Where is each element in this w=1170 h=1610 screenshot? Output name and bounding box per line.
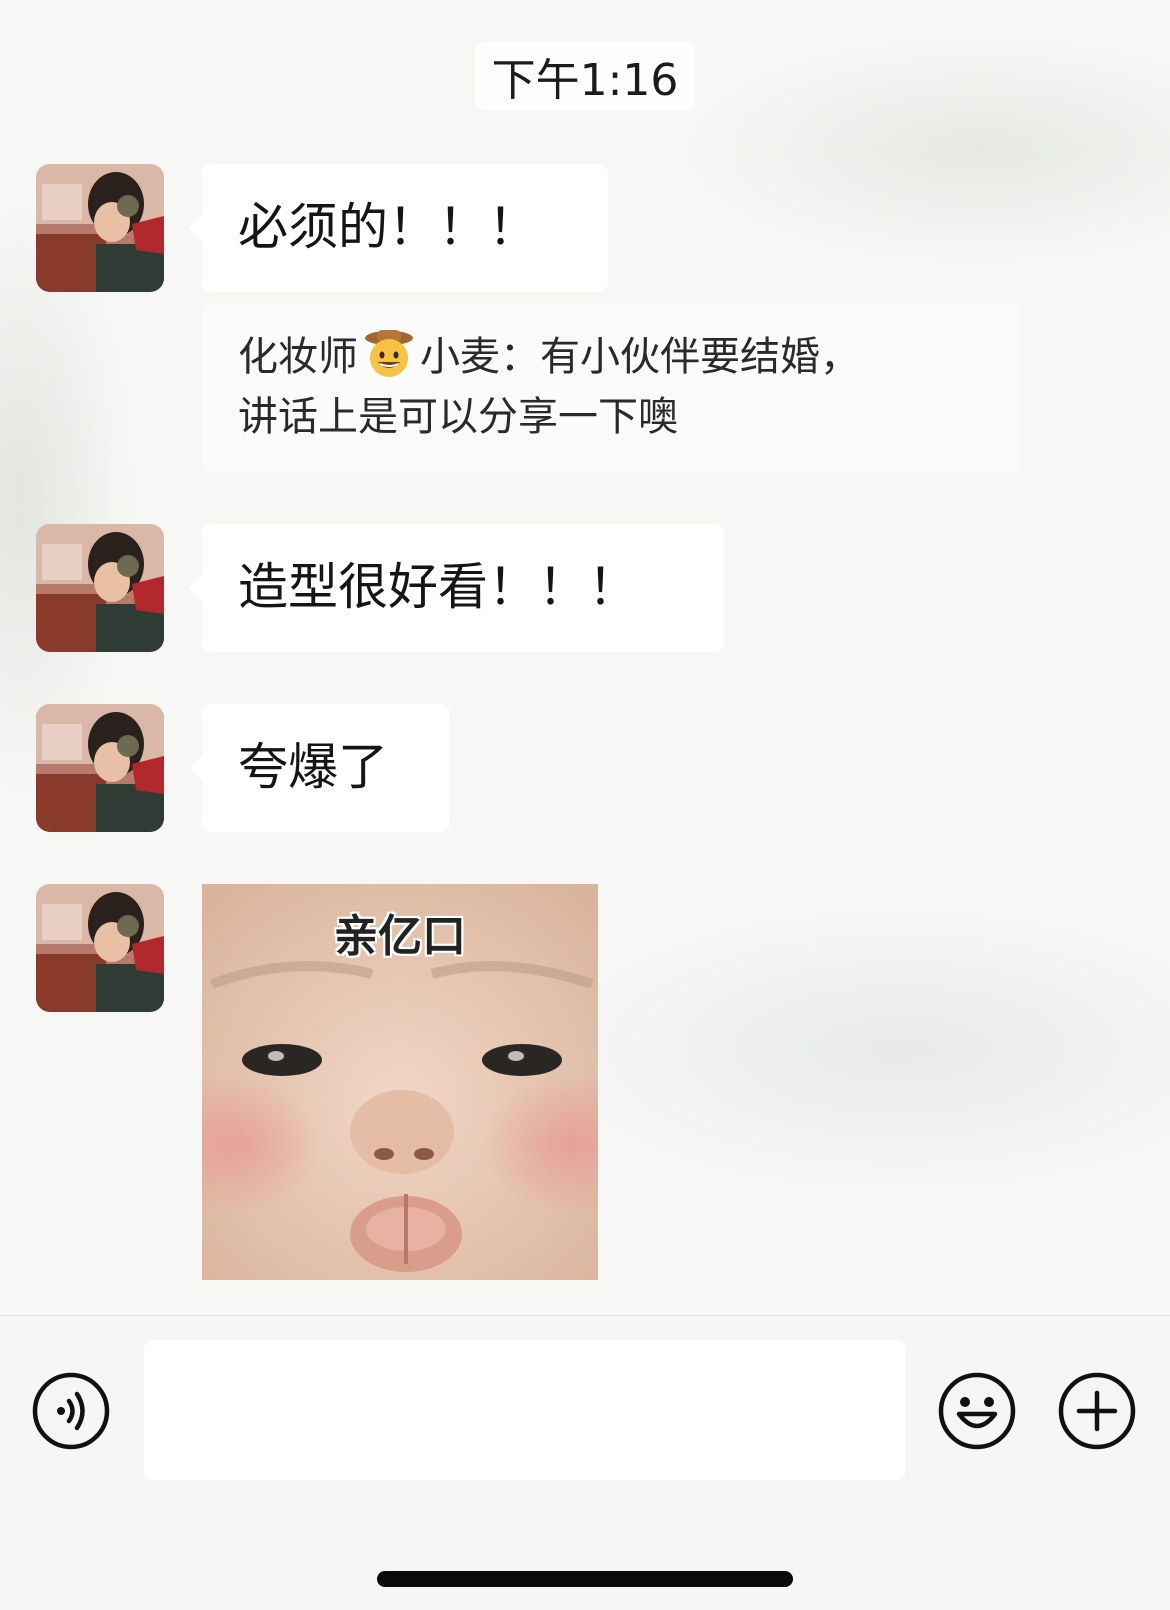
timestamp-label: 下午1:16 — [475, 42, 695, 110]
quote-text-line2: 讲话上是可以分享一下噢 — [238, 394, 678, 440]
quote-text-line1: 小麦：有小伙伴要结婚， — [420, 334, 860, 380]
chat-area: 下午1:16 必须的！！！ 化妆师 小麦：有小伙伴要结婚， 讲话上是可以分享一下… — [0, 0, 1170, 1315]
sticker-caption: 亲亿口 — [334, 911, 466, 962]
avatar[interactable] — [36, 884, 164, 1012]
more-options-button[interactable] — [1058, 1372, 1136, 1450]
message-bubble[interactable]: 必须的！！！ — [189, 164, 608, 292]
quote-author: 化妆师 — [238, 334, 358, 380]
home-indicator[interactable] — [377, 1571, 793, 1587]
quoted-message[interactable]: 化妆师 小麦：有小伙伴要结婚， 讲话上是可以分享一下噢 — [202, 304, 1020, 472]
voice-input-button[interactable] — [32, 1372, 110, 1450]
message-input[interactable] — [144, 1340, 906, 1480]
voice-input-icon — [32, 1372, 110, 1450]
message-text: 造型很好看！！！ — [238, 558, 638, 616]
sticker-image[interactable]: 亲亿口 — [202, 884, 598, 1280]
emoji-button[interactable] — [938, 1372, 1016, 1450]
plus-icon — [1058, 1372, 1136, 1450]
cowboy-hat-face-icon — [362, 326, 416, 380]
message-bubble[interactable]: 夸爆了 — [189, 704, 450, 832]
avatar[interactable] — [36, 704, 164, 832]
message-text: 夸爆了 — [238, 738, 388, 796]
avatar[interactable] — [36, 524, 164, 652]
avatar[interactable] — [36, 164, 164, 292]
message-bubble[interactable]: 造型很好看！！！ — [189, 524, 724, 652]
message-text: 必须的！！！ — [238, 198, 538, 256]
smiley-emoji-icon — [938, 1372, 1016, 1450]
